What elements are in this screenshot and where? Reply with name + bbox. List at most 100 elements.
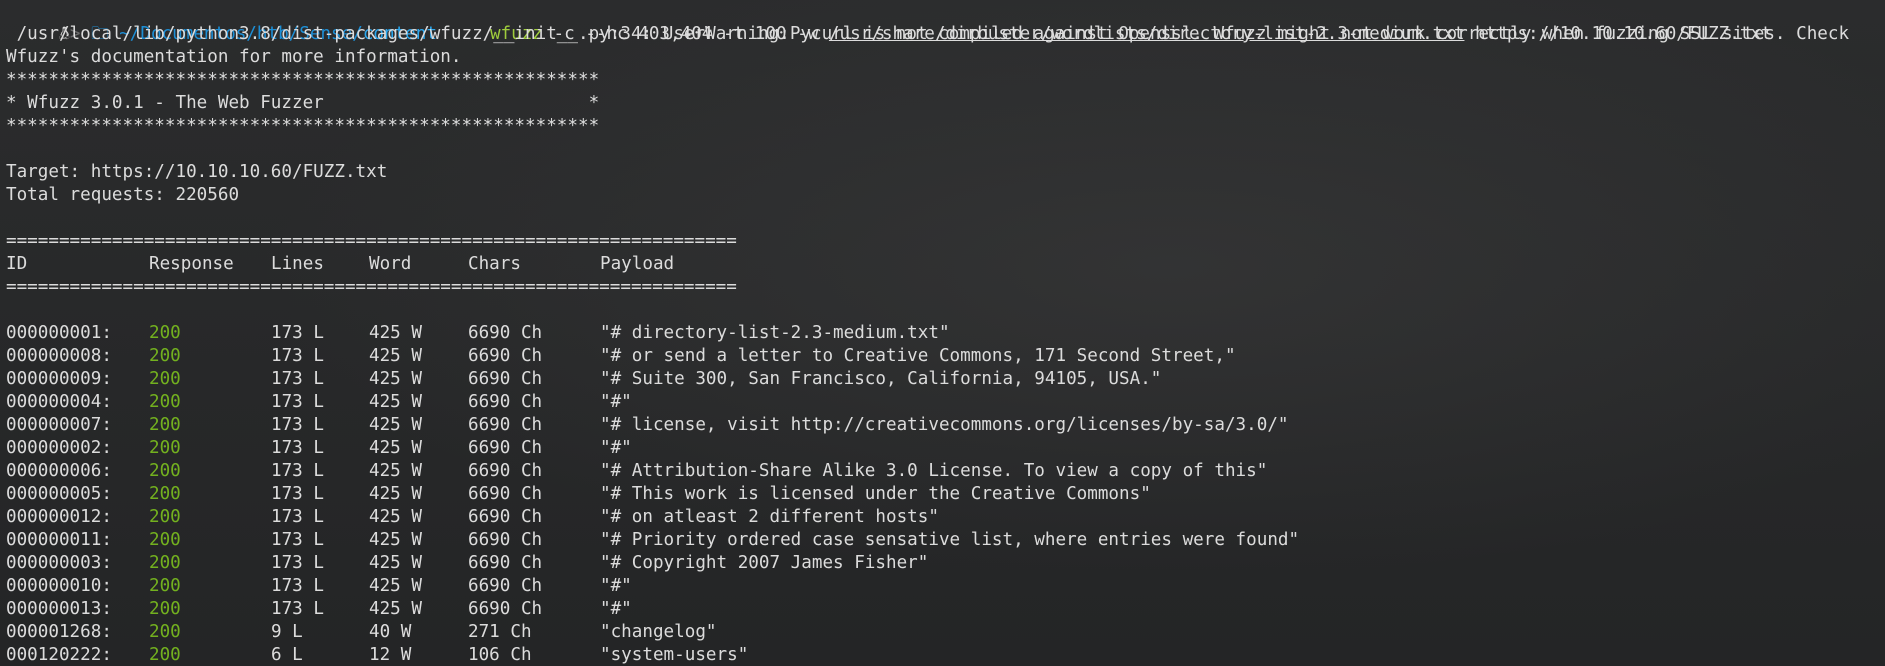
status-code: 200: [149, 461, 181, 481]
payload-value: "# on atleast 2 different hosts": [600, 507, 939, 527]
word-count: 425 W: [369, 530, 422, 550]
word-count: 425 W: [369, 392, 422, 412]
char-count: 271 Ch: [468, 622, 532, 642]
header-lines: Lines: [271, 254, 324, 274]
word-count: 425 W: [369, 323, 422, 343]
total-requests: Total requests: 220560: [6, 185, 240, 205]
payload-value: "# This work is licensed under the Creat…: [600, 484, 1151, 504]
line-count: 173 L: [271, 484, 324, 504]
line-count: 173 L: [271, 392, 324, 412]
result-id: 000000013:: [6, 599, 112, 619]
result-id: 000000002:: [6, 438, 112, 458]
line-count: 173 L: [271, 461, 324, 481]
status-code: 200: [149, 576, 181, 596]
line-count: 173 L: [271, 576, 324, 596]
payload-value: "# license, visit http://creativecommons…: [600, 415, 1289, 435]
header-chars: Chars: [468, 254, 521, 274]
char-count: 6690 Ch: [468, 415, 543, 435]
status-code: 200: [149, 553, 181, 573]
char-count: 6690 Ch: [468, 484, 543, 504]
line-count: 173 L: [271, 369, 324, 389]
char-count: 6690 Ch: [468, 530, 543, 550]
payload-value: "# Attribution-Share Alike 3.0 License. …: [600, 461, 1268, 481]
char-count: 6690 Ch: [468, 392, 543, 412]
result-id: 000120222:: [6, 645, 112, 665]
word-count: 425 W: [369, 599, 422, 619]
terminal-window[interactable]: 🐧︎> 🗀︎ ~/Documentos/htb/Sense/content wf…: [0, 0, 1885, 666]
banner-title: * Wfuzz 3.0.1 - The Web Fuzzer *: [6, 93, 600, 113]
result-id: 000000003:: [6, 553, 112, 573]
line-count: 173 L: [271, 599, 324, 619]
line-count: 173 L: [271, 553, 324, 573]
word-count: 425 W: [369, 346, 422, 366]
separator-top: ========================================…: [6, 231, 737, 251]
result-id: 000000004:: [6, 392, 112, 412]
char-count: 6690 Ch: [468, 553, 543, 573]
result-id: 000000012:: [6, 507, 112, 527]
char-count: 6690 Ch: [468, 369, 543, 389]
word-count: 425 W: [369, 553, 422, 573]
status-code: 200: [149, 438, 181, 458]
char-count: 6690 Ch: [468, 461, 543, 481]
line-count: 173 L: [271, 415, 324, 435]
payload-value: "# Suite 300, San Francisco, California,…: [600, 369, 1162, 389]
payload-value: "#": [600, 576, 632, 596]
header-payload: Payload: [600, 254, 675, 274]
pycurl-warning: /usr/local/lib/python3.8/dist-packages/w…: [6, 24, 1860, 67]
status-code: 200: [149, 484, 181, 504]
banner-stars-bottom: ****************************************…: [6, 116, 600, 136]
line-count: 6 L: [271, 645, 303, 665]
char-count: 106 Ch: [468, 645, 532, 665]
status-code: 200: [149, 507, 181, 527]
header-id: ID: [6, 254, 28, 274]
char-count: 6690 Ch: [468, 323, 543, 343]
separator-bottom: ========================================…: [6, 277, 737, 297]
word-count: 425 W: [369, 576, 422, 596]
payload-value: "#": [600, 392, 632, 412]
status-code: 200: [149, 530, 181, 550]
status-code: 200: [149, 415, 181, 435]
payload-value: "# or send a letter to Creative Commons,…: [600, 346, 1236, 366]
payload-value: "# Priority ordered case sensative list,…: [600, 530, 1300, 550]
result-id: 000000009:: [6, 369, 112, 389]
payload-value: "#": [600, 599, 632, 619]
status-code: 200: [149, 645, 181, 665]
word-count: 40 W: [369, 622, 412, 642]
line-count: 173 L: [271, 323, 324, 343]
status-code: 200: [149, 392, 181, 412]
payload-value: "# directory-list-2.3-medium.txt": [600, 323, 950, 343]
word-count: 425 W: [369, 484, 422, 504]
result-id: 000000010:: [6, 576, 112, 596]
word-count: 425 W: [369, 507, 422, 527]
status-code: 200: [149, 622, 181, 642]
line-count: 173 L: [271, 438, 324, 458]
header-response: Response: [149, 254, 234, 274]
result-id: 000000007:: [6, 415, 112, 435]
result-id: 000000005:: [6, 484, 112, 504]
banner-stars-top: ****************************************…: [6, 70, 600, 90]
line-count: 173 L: [271, 530, 324, 550]
status-code: 200: [149, 346, 181, 366]
word-count: 425 W: [369, 461, 422, 481]
line-count: 9 L: [271, 622, 303, 642]
result-id: 000000006:: [6, 461, 112, 481]
results-header: ID Response Lines Word Chars Payload: [6, 253, 674, 276]
word-count: 425 W: [369, 415, 422, 435]
result-id: 000000008:: [6, 346, 112, 366]
payload-value: "changelog": [600, 622, 717, 642]
char-count: 6690 Ch: [468, 438, 543, 458]
status-code: 200: [149, 323, 181, 343]
word-count: 425 W: [369, 438, 422, 458]
word-count: 12 W: [369, 645, 412, 665]
char-count: 6690 Ch: [468, 346, 543, 366]
status-code: 200: [149, 599, 181, 619]
result-id: 000000011:: [6, 530, 112, 550]
char-count: 6690 Ch: [468, 576, 543, 596]
char-count: 6690 Ch: [468, 507, 543, 527]
header-word: Word: [369, 254, 412, 274]
shell-prompt: 🐧︎> 🗀︎ ~/Documentos/htb/Sense/content wf…: [6, 0, 1772, 44]
line-count: 173 L: [271, 346, 324, 366]
result-id: 000001268:: [6, 622, 112, 642]
char-count: 6690 Ch: [468, 599, 543, 619]
payload-value: "#": [600, 438, 632, 458]
